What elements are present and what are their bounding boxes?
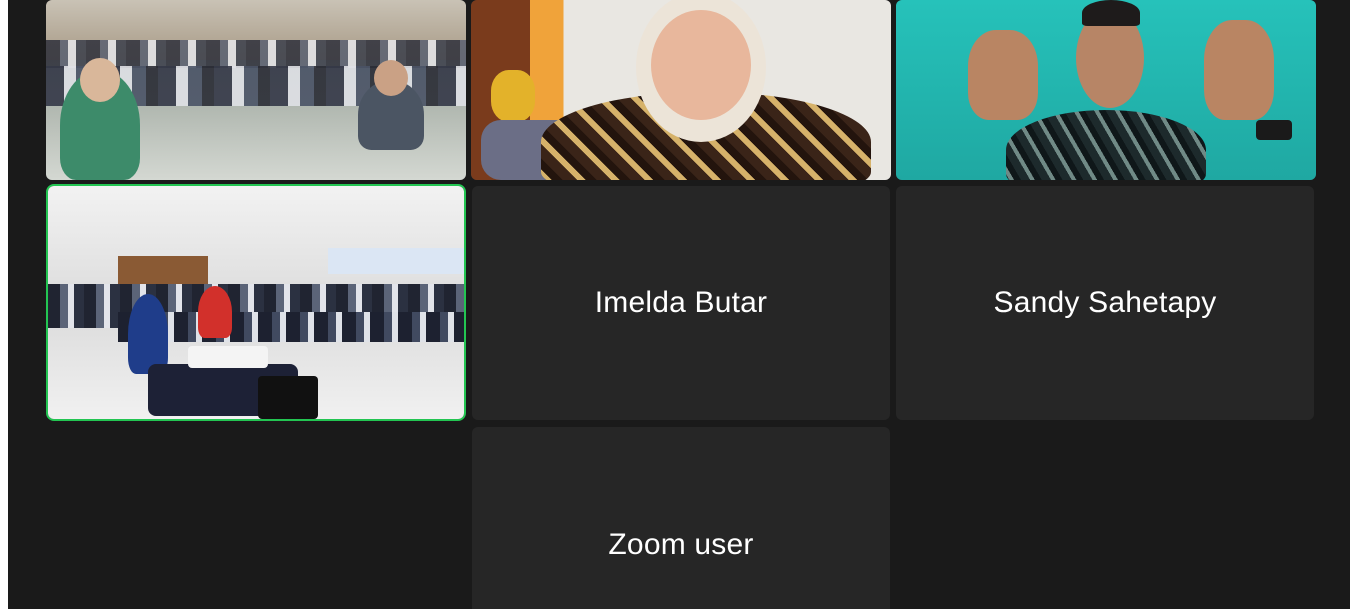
participant-video-tile-man-waving[interactable] <box>896 0 1316 180</box>
participant-video-tile-auditorium[interactable] <box>46 184 466 421</box>
participant-name: Zoom user <box>608 528 754 561</box>
participant-tile-imelda-butar[interactable]: Imelda Butar <box>472 186 890 420</box>
participant-video-tile-classroom-floor[interactable] <box>46 0 466 180</box>
participant-video-tile-woman[interactable] <box>471 0 891 180</box>
participant-tile-sandy-sahetapy[interactable]: Sandy Sahetapy <box>896 186 1314 420</box>
participant-tile-zoom-user[interactable]: Zoom user <box>472 427 890 609</box>
video-feed <box>46 0 466 180</box>
participant-name: Imelda Butar <box>594 286 768 319</box>
video-feed <box>896 0 1316 180</box>
hand-left <box>968 30 1038 120</box>
projector <box>188 346 268 368</box>
video-feed <box>48 186 464 419</box>
emblem-icon <box>491 70 535 122</box>
video-feed <box>471 0 891 180</box>
hand-right <box>1204 20 1274 120</box>
meeting-gallery-view: Imelda Butar Sandy Sahetapy Zoom user <box>8 0 1350 609</box>
participant-name: Sandy Sahetapy <box>993 286 1217 319</box>
